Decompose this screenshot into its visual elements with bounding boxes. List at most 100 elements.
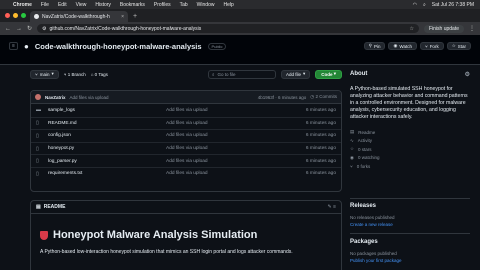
file-row[interactable]: ▯ requirements.txt Add files via upload 6 m… [31, 166, 341, 180]
file-icon: ▯ [36, 170, 39, 177]
branch-selector[interactable]: ⑂ main ▾ [30, 69, 59, 79]
tab-strip: NavZatrix/Code-walkthrough-h × + [0, 9, 480, 22]
menu-file[interactable]: File [41, 2, 49, 8]
file-name[interactable]: sample_logs [48, 108, 166, 113]
go-to-file-placeholder: Go to file [217, 71, 236, 77]
readme-link[interactable]: ▤ Readme [350, 128, 470, 137]
close-window-button[interactable] [5, 13, 10, 18]
star-icon: ☆ [350, 146, 355, 152]
commits-link[interactable]: ◷ 2 Commits [310, 94, 337, 100]
file-commit-message[interactable]: Add files via upload [166, 159, 306, 164]
github-logo-icon[interactable]: ● [24, 42, 29, 51]
packages-heading[interactable]: Packages [350, 239, 378, 245]
file-name[interactable]: honeypot.py [48, 146, 166, 151]
file-updated-time: 6 minutes ago [305, 146, 336, 152]
book-icon: ▤ [350, 129, 355, 135]
menu-bookmarks[interactable]: Bookmarks [120, 2, 145, 8]
watchers-link[interactable]: ◉ 0 watching [350, 154, 470, 163]
status-area: ◠ ⌕ Sat Jul 26 7:38 PM [413, 2, 474, 8]
menu-icon[interactable]: ≡ [9, 42, 18, 50]
watchers-label: 0 watching [357, 155, 380, 161]
macos-menubar: Chrome File Edit View History Bookmarks … [0, 0, 480, 9]
folder-icon: ▬ [36, 107, 41, 114]
menu-window[interactable]: Window [197, 2, 215, 8]
avatar[interactable] [35, 94, 41, 100]
file-name[interactable]: log_parser.py [48, 159, 166, 164]
file-commit-message[interactable]: Add files via upload [166, 146, 306, 151]
file-row[interactable]: ▬ sample_logs Add files via upload 6 minute… [31, 104, 341, 117]
activity-link[interactable]: ∿ Activity [350, 137, 470, 146]
bookmark-star-icon[interactable]: ☆ [409, 26, 413, 32]
reload-icon[interactable]: ↻ [27, 25, 32, 32]
repo-title[interactable]: Code-walkthrough-honeypot-malware-analys… [35, 42, 202, 51]
branches-link[interactable]: ⑂ 1 Branch [64, 72, 86, 77]
eye-icon: ◉ [350, 154, 354, 160]
fork-icon: ⑂ [424, 43, 428, 49]
eye-icon: ◉ [393, 43, 398, 48]
file-name[interactable]: config.json [48, 133, 166, 138]
fork-icon: ⑂ [350, 163, 353, 169]
readme-header: ▤ README ✎ ≡ [31, 201, 341, 214]
chrome-menu-icon[interactable]: ⋮ [469, 25, 475, 32]
releases-heading[interactable]: Releases [350, 203, 376, 209]
forward-icon[interactable]: → [16, 26, 22, 32]
pin-button[interactable]: ⚲ Pin [363, 42, 386, 50]
tab-title: NavZatrix/Code-walkthrough-h [42, 13, 110, 20]
new-tab-button[interactable]: + [133, 13, 137, 20]
file-icon: ▯ [36, 132, 39, 139]
latest-commit-row: NavZatrix Add files via upload 4b1963f ·… [31, 91, 341, 104]
file-commit-message[interactable]: Add files via upload [166, 171, 306, 176]
create-release-link[interactable]: Create a new release [350, 222, 393, 227]
commit-author[interactable]: NavZatrix [45, 95, 66, 100]
code-button[interactable]: Code ▾ [315, 69, 342, 79]
readme-tab[interactable]: README [44, 204, 66, 210]
file-name[interactable]: README.md [48, 121, 166, 126]
add-file-button[interactable]: Add file ▾ [280, 69, 311, 79]
file-commit-message[interactable]: Add files via upload [166, 108, 306, 113]
commit-hash[interactable]: 4b1963f · 6 minutes ago [258, 95, 307, 100]
stars-link[interactable]: ☆ 0 stars [350, 145, 470, 154]
file-updated-time: 6 minutes ago [305, 158, 336, 164]
browser-tab[interactable]: NavZatrix/Code-walkthrough-h × [30, 11, 128, 22]
menu-edit[interactable]: Edit [58, 2, 67, 8]
file-row[interactable]: ▯ README.md Add files via upload 6 minutes … [31, 116, 341, 130]
edit-pencil-icon[interactable]: ✎ ≡ [328, 204, 337, 210]
commit-message[interactable]: Add files via upload [70, 95, 109, 100]
file-updated-time: 6 minutes ago [305, 120, 336, 126]
menu-tab[interactable]: Tab [180, 2, 188, 8]
forks-link[interactable]: ⑂ 0 forks [350, 162, 470, 171]
menu-profiles[interactable]: Profiles [154, 2, 171, 8]
watch-button[interactable]: ◉ Watch [388, 42, 417, 50]
address-bar: ← → ↻ ⚙ github.com/NavZatrix/Code-walkth… [0, 22, 480, 35]
menu-history[interactable]: History [95, 2, 111, 8]
site-info-icon[interactable]: ⚙ [42, 26, 46, 32]
file-name[interactable]: requirements.txt [48, 171, 166, 176]
star-button[interactable]: ☆ Star [446, 42, 471, 50]
zoom-window-button[interactable] [21, 13, 26, 18]
minimize-window-button[interactable] [13, 13, 18, 18]
file-updated-time: 6 minutes ago [305, 133, 336, 139]
menu-help[interactable]: Help [223, 2, 233, 8]
fork-button[interactable]: ⑂ Fork [419, 42, 444, 50]
url-field[interactable]: ⚙ github.com/NavZatrix/Code-walkthrough-… [37, 24, 419, 33]
finish-update-button[interactable]: Finish update [423, 24, 464, 33]
search-icon[interactable]: ⌕ [423, 2, 426, 8]
shield-icon [40, 230, 48, 240]
close-tab-icon[interactable]: × [121, 14, 124, 20]
menu-view[interactable]: View [76, 2, 87, 8]
menu-chrome[interactable]: Chrome [13, 2, 32, 8]
back-icon[interactable]: ← [5, 26, 11, 32]
file-row[interactable]: ▯ log_parser.py Add files via upload 6 minu… [31, 154, 341, 167]
readme-title: Honeypot Malware Analysis Simulation [40, 229, 257, 241]
gear-icon[interactable]: ⚙ [465, 71, 470, 78]
tags-link[interactable]: ⌂ 0 Tags [91, 72, 108, 77]
wifi-icon[interactable]: ◠ [413, 2, 417, 8]
file-commit-message[interactable]: Add files via upload [166, 133, 306, 138]
publish-package-link[interactable]: Publish your first package [350, 258, 402, 263]
file-commit-message[interactable]: Add files via upload [166, 121, 306, 126]
file-row[interactable]: ▯ config.json Add files via upload 6 minute… [31, 129, 341, 142]
go-to-file-input[interactable]: ⌕ Go to file [207, 69, 276, 79]
clock[interactable]: Sat Jul 26 7:38 PM [432, 2, 474, 8]
file-row[interactable]: ▯ honeypot.py Add files via upload 6 minute… [31, 141, 341, 155]
pulse-icon: ∿ [350, 137, 354, 143]
